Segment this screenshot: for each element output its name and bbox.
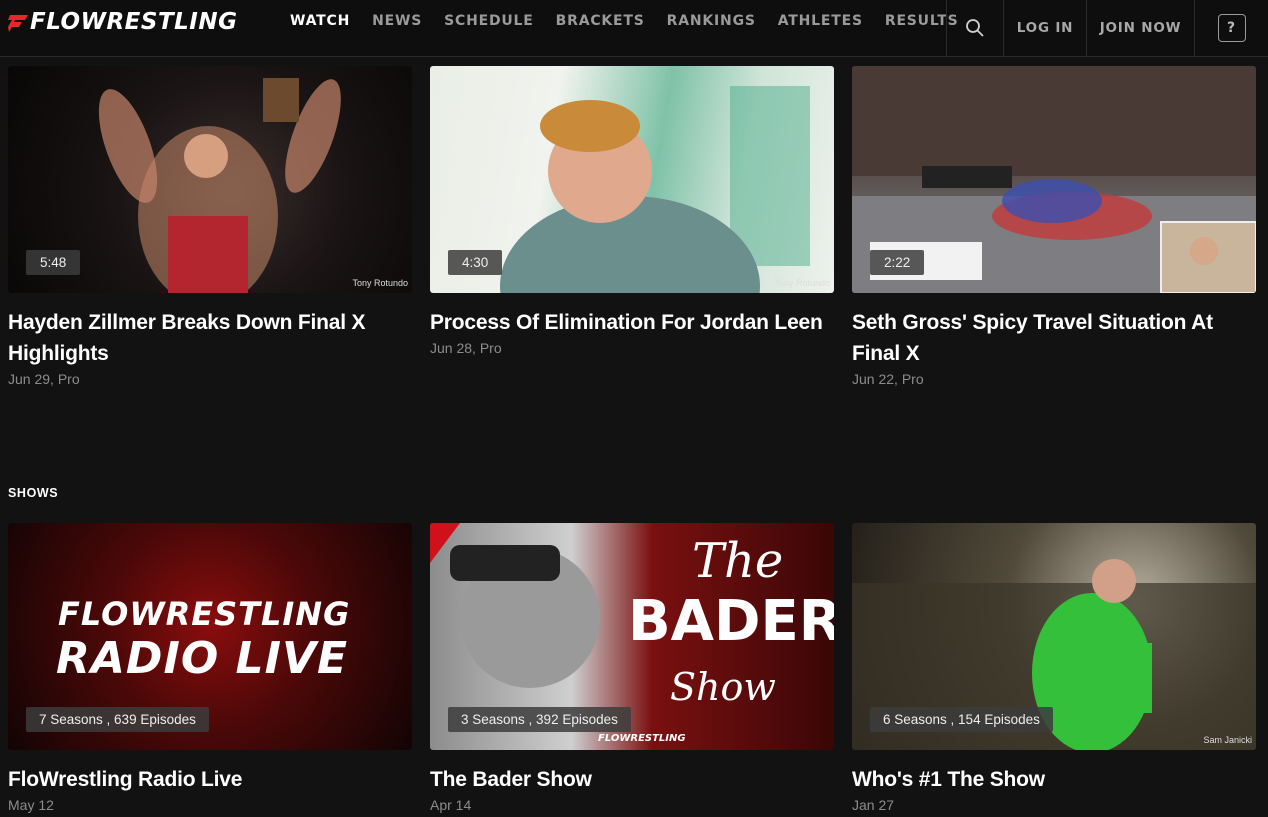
show-art-name: BADER [628,589,834,654]
video-duration: 4:30 [448,250,503,275]
video-meta: Jun 28, Pro [430,340,502,356]
nav-athletes[interactable]: ATHLETES [778,13,863,29]
show-title[interactable]: Who's #1 The Show [852,764,1256,795]
show-title[interactable]: FloWrestling Radio Live [8,764,412,795]
show-card[interactable]: The BADER Show FLOWRESTLING 3 Seasons , … [430,523,834,813]
show-thumbnail[interactable]: 6 Seasons , 154 Episodes Sam Janicki [852,523,1256,750]
show-title[interactable]: The Bader Show [430,764,834,795]
header-actions: LOG IN JOIN NOW ? [946,0,1268,56]
help-icon: ? [1217,14,1246,42]
nav-schedule[interactable]: SCHEDULE [444,13,534,29]
video-title[interactable]: Hayden Zillmer Breaks Down Final X Highl… [8,307,412,369]
nav-news[interactable]: NEWS [372,13,422,29]
show-card[interactable]: 6 Seasons , 154 Episodes Sam Janicki Who… [852,523,1256,813]
login-button[interactable]: LOG IN [1003,0,1086,56]
nav-brackets[interactable]: BRACKETS [556,13,645,29]
video-card[interactable]: 4:30 Tony Rotundo Process Of Elimination… [430,66,834,356]
show-art-title: RADIO LIVE [56,633,349,684]
video-meta: Jun 22, Pro [852,371,924,387]
video-card[interactable]: 5:48 Tony Rotundo Hayden Zillmer Breaks … [8,66,412,387]
flowrestling-logo[interactable]: FLOWRESTLING [8,9,238,35]
show-seasons-count: 7 Seasons , 639 Episodes [26,707,209,732]
show-seasons-count: 3 Seasons , 392 Episodes [448,707,631,732]
show-meta: Jan 27 [852,797,895,813]
photo-credit: Sam Janicki [1203,735,1252,745]
video-title[interactable]: Process Of Elimination For Jordan Leen [430,307,834,338]
show-thumbnail[interactable]: The BADER Show FLOWRESTLING 3 Seasons , … [430,523,834,750]
search-button[interactable] [946,0,1003,56]
join-now-button[interactable]: JOIN NOW [1086,0,1194,56]
video-duration: 5:48 [26,250,81,275]
nav-rankings[interactable]: RANKINGS [667,13,756,29]
show-meta: Apr 14 [430,797,472,813]
logo-text: FLOWRESTLING [30,9,238,35]
show-seasons-count: 6 Seasons , 154 Episodes [870,707,1053,732]
show-art-logo: FLOWRESTLING [598,733,686,744]
photo-credit: Tony Rotundo [774,278,830,288]
nav-watch[interactable]: WATCH [290,13,350,29]
photo-credit: Tony Rotundo [352,278,408,288]
video-thumbnail[interactable]: 2:22 [852,66,1256,293]
search-icon [966,19,984,37]
show-meta: May 12 [8,797,54,813]
show-thumbnail[interactable]: FLOWRESTLING RADIO LIVE 7 Seasons , 639 … [8,523,412,750]
shows-section-heading: SHOWS [8,486,59,500]
video-title[interactable]: Seth Gross' Spicy Travel Situation At Fi… [852,307,1256,369]
show-art-brand: FLOWRESTLING [58,595,351,633]
flo-logo-mark-icon [8,15,28,32]
show-card[interactable]: FLOWRESTLING RADIO LIVE 7 Seasons , 639 … [8,523,412,813]
video-thumbnail[interactable]: 5:48 Tony Rotundo [8,66,412,293]
show-art-show: Show [670,665,776,709]
video-card[interactable]: 2:22 Seth Gross' Spicy Travel Situation … [852,66,1256,387]
top-navigation-bar: FLOWRESTLING WATCH NEWS SCHEDULE BRACKET… [0,0,1268,57]
video-duration: 2:22 [870,250,925,275]
help-button[interactable]: ? [1194,0,1268,56]
video-thumbnail[interactable]: 4:30 Tony Rotundo [430,66,834,293]
show-art-the: The [692,533,784,589]
video-meta: Jun 29, Pro [8,371,80,387]
main-nav: WATCH NEWS SCHEDULE BRACKETS RANKINGS AT… [279,0,970,42]
